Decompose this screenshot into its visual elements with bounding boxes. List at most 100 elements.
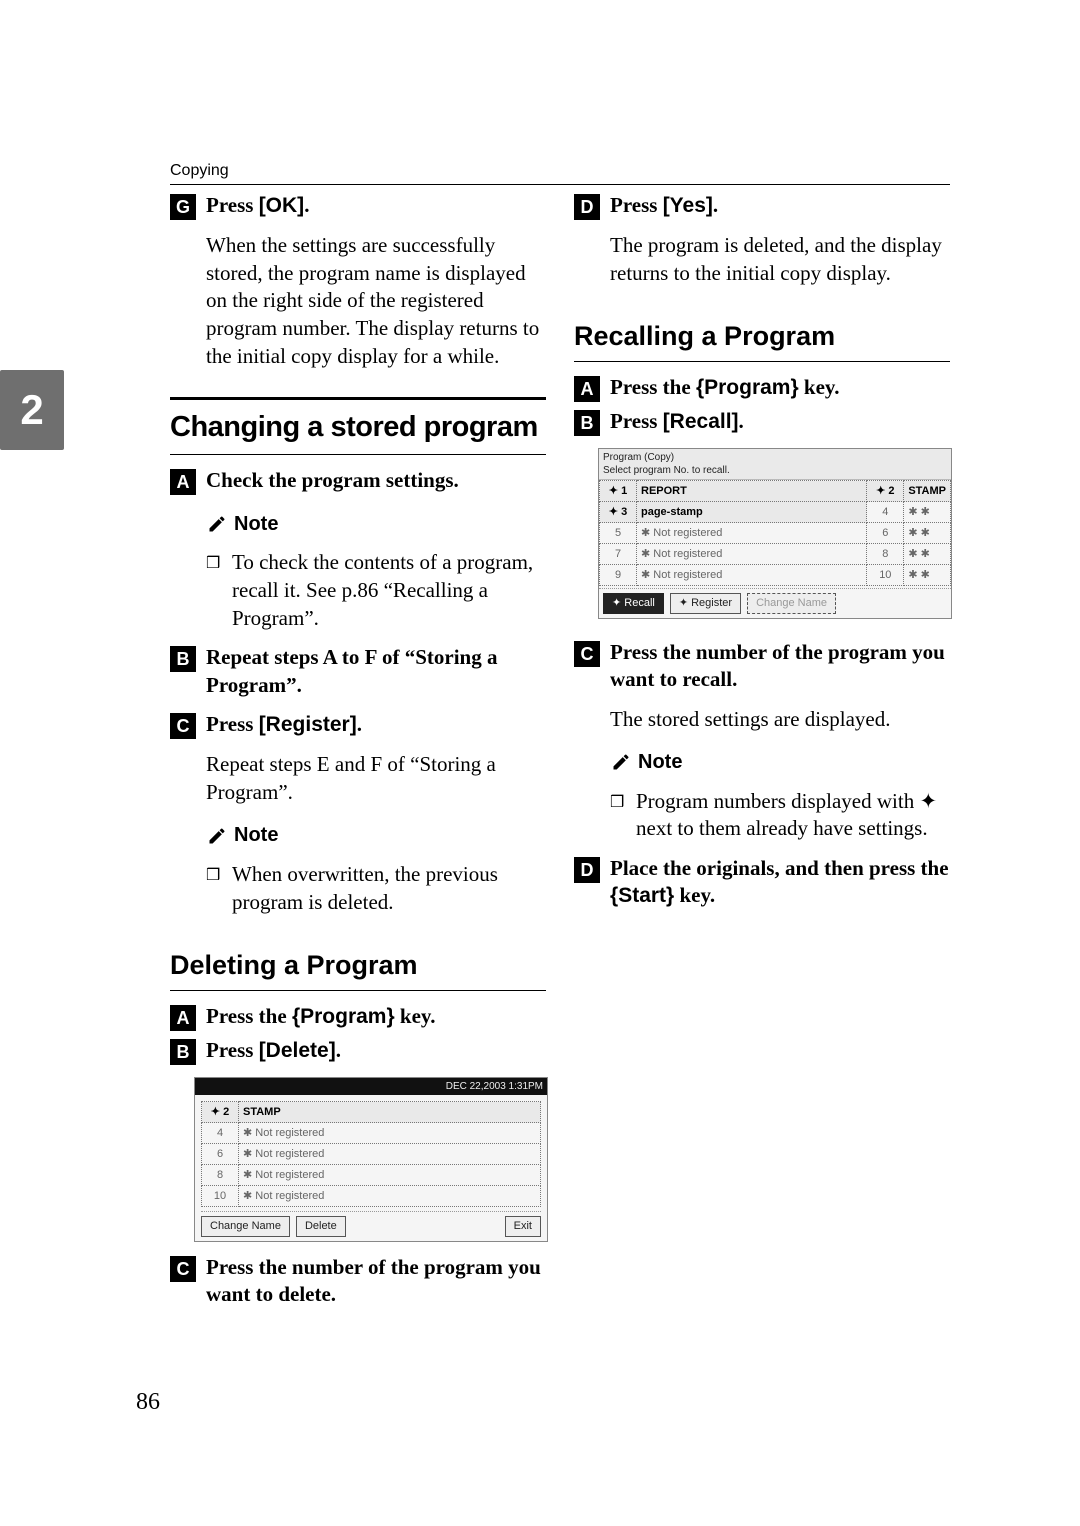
recall-key-label: [Recall] (663, 410, 739, 433)
register-key-label: [Register] (259, 713, 357, 736)
rec-step-press-number: C Press the number of the program you wa… (574, 639, 950, 694)
table-row: ✦ 2STAMP (202, 1102, 541, 1123)
step-number-icon: C (170, 1256, 196, 1282)
step-text: Press the number of the program you want… (206, 1254, 546, 1309)
prog-num[interactable]: 8 (867, 544, 904, 565)
step-text-suffix: key. (395, 1004, 436, 1028)
step-press-ok: G Press [OK]. (170, 192, 546, 220)
table-row: 4✱ Not registered (202, 1123, 541, 1144)
recall-dialog-figure: Program (Copy) Select program No. to rec… (598, 448, 952, 619)
page-number: 86 (136, 1389, 160, 1416)
prog-num[interactable]: 6 (867, 523, 904, 544)
prog-name[interactable]: ✱ Not registered (239, 1144, 541, 1165)
table-row: 6✱ Not registered (202, 1144, 541, 1165)
step-text-suffix: key. (674, 883, 715, 907)
step-register-body: Repeat steps E and F of “Storing a Progr… (206, 751, 546, 806)
step-text: Press (610, 409, 663, 433)
note-heading: Note (206, 511, 546, 537)
program-key-label: {Program} (696, 376, 799, 399)
step-text: Check the program settings. (206, 467, 459, 494)
section-title: Changing a stored program (170, 408, 546, 446)
note-text: When overwritten, the previous program i… (232, 861, 546, 916)
table-row: 5 ✱ Not registered 6 ✱ ✱ (600, 523, 951, 544)
prog-name[interactable]: ✱ Not registered (637, 565, 867, 586)
prog-num[interactable]: 4 (202, 1123, 239, 1144)
program-key-label: {Program} (292, 1005, 395, 1028)
step-ok-body: When the settings are successfully store… (206, 232, 546, 371)
step-text-suffix: . (336, 1038, 341, 1062)
prog-num[interactable]: 9 (600, 565, 637, 586)
subsection-title: Recalling a Program (574, 319, 950, 355)
pencil-icon (610, 751, 632, 773)
table-row: 7 ✱ Not registered 8 ✱ ✱ (600, 544, 951, 565)
step-press-yes: D Press [Yes]. (574, 192, 950, 220)
note-bullet: ❒ To check the contents of a program, re… (206, 549, 546, 632)
note-text: Program numbers displayed with ✦ next to… (636, 788, 950, 843)
note-heading: Note (206, 822, 546, 848)
prog-name[interactable]: ✱ Not registered (637, 523, 867, 544)
step-number-icon: D (574, 857, 600, 883)
figure-clock: DEC 22,2003 1:31PM (446, 1080, 543, 1093)
prog-num[interactable]: 5 (600, 523, 637, 544)
prog-name[interactable]: ✱ Not registered (637, 544, 867, 565)
step-check-settings: A Check the program settings. (170, 467, 546, 495)
figure-title: Program (Copy) (603, 451, 947, 464)
step-text: Place the originals, and then press the (610, 856, 949, 880)
prog-name[interactable]: ✱ Not registered (239, 1123, 541, 1144)
table-row: ✦ 1 REPORT ✦ 2 STAMP (600, 481, 951, 502)
prog-num[interactable]: 10 (867, 565, 904, 586)
step-number-icon: B (574, 410, 600, 436)
start-key-label: {Start} (610, 884, 674, 907)
prog-name[interactable]: ✱ Not registered (239, 1165, 541, 1186)
prog-num[interactable]: 10 (202, 1186, 239, 1207)
side-tab: 2 (0, 370, 64, 450)
prog-name[interactable]: STAMP (239, 1102, 541, 1123)
rec-step-program-key: A Press the {Program} key. (574, 374, 950, 402)
note-label: Note (234, 822, 278, 848)
prog-num[interactable]: ✦ 2 (867, 481, 904, 502)
step-yes-body: The program is deleted, and the display … (610, 232, 950, 287)
prog-num[interactable]: 8 (202, 1165, 239, 1186)
register-button[interactable]: ✦ Register (670, 593, 741, 614)
prog-name[interactable]: ✱ ✱ (904, 544, 951, 565)
step-press-register: C Press [Register]. (170, 711, 546, 739)
bullet-icon: ❒ (206, 553, 222, 632)
step-text: Press the (206, 1004, 292, 1028)
section-changing-program: Changing a stored program (170, 397, 546, 455)
table-row: 9 ✱ Not registered 10 ✱ ✱ (600, 565, 951, 586)
step-text-suffix: . (357, 712, 362, 736)
step-number-icon: C (574, 641, 600, 667)
delete-button[interactable]: Delete (296, 1216, 346, 1237)
pencil-icon (206, 513, 228, 535)
step-number-icon: A (170, 469, 196, 495)
prog-num[interactable]: ✦ 2 (202, 1102, 239, 1123)
prog-name[interactable]: ✱ ✱ (904, 523, 951, 544)
prog-name[interactable]: page-stamp (637, 502, 867, 523)
prog-num[interactable]: 6 (202, 1144, 239, 1165)
note-bullet: ❒ When overwritten, the previous program… (206, 861, 546, 916)
change-name-button[interactable]: Change Name (747, 593, 836, 614)
subsection-deleting: Deleting a Program (170, 948, 546, 991)
pencil-icon (206, 825, 228, 847)
subsection-recalling: Recalling a Program (574, 319, 950, 362)
running-head-text: Copying (170, 162, 229, 182)
prog-name[interactable]: ✱ ✱ (904, 565, 951, 586)
bullet-icon: ❒ (206, 865, 222, 916)
exit-button[interactable]: Exit (505, 1216, 541, 1237)
rec-step-place-originals: D Place the originals, and then press th… (574, 855, 950, 910)
recall-button[interactable]: ✦ Recall (603, 593, 664, 614)
change-name-button[interactable]: Change Name (201, 1216, 290, 1237)
prog-name[interactable]: ✱ ✱ (904, 502, 951, 523)
prog-name[interactable]: STAMP (904, 481, 951, 502)
prog-num[interactable]: 7 (600, 544, 637, 565)
prog-name[interactable]: ✱ Not registered (239, 1186, 541, 1207)
prog-num[interactable]: ✦ 3 (600, 502, 637, 523)
note-bullet: ❒ Program numbers displayed with ✦ next … (610, 788, 950, 843)
step-number-icon: A (574, 376, 600, 402)
prog-name[interactable]: REPORT (637, 481, 867, 502)
prog-num[interactable]: 4 (867, 502, 904, 523)
step-text-suffix: key. (799, 375, 840, 399)
table-row: 8✱ Not registered (202, 1165, 541, 1186)
prog-num[interactable]: ✦ 1 (600, 481, 637, 502)
step-number-icon: G (170, 194, 196, 220)
